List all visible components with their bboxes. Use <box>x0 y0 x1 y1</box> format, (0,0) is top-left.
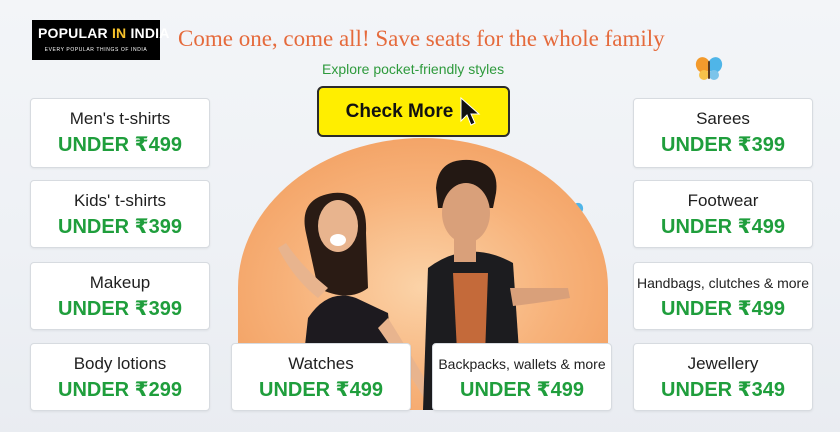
deal-price: UNDER ₹499 <box>661 216 785 238</box>
check-more-label: Check More <box>345 100 454 122</box>
deal-card-mens-tshirts[interactable]: Men's t-shirts UNDER ₹499 <box>30 98 210 168</box>
deal-card-jewellery[interactable]: Jewellery UNDER ₹349 <box>633 343 813 411</box>
brand-tagline: EVERY POPULAR THINGS OF INDIA <box>44 47 148 53</box>
deal-price: UNDER ₹499 <box>259 379 383 401</box>
deal-title: Footwear <box>687 191 759 210</box>
deal-card-makeup[interactable]: Makeup UNDER ₹399 <box>30 262 210 330</box>
deal-title: Sarees <box>696 109 750 128</box>
deal-price: UNDER ₹299 <box>58 379 182 401</box>
deal-title: Body lotions <box>73 354 167 373</box>
deal-price: UNDER ₹399 <box>661 134 785 156</box>
deal-title: Handbags, clutches & more <box>637 275 809 291</box>
deal-title: Kids' t-shirts <box>73 191 167 210</box>
deal-title: Jewellery <box>687 354 759 373</box>
deal-card-body-lotions[interactable]: Body lotions UNDER ₹299 <box>30 343 210 411</box>
page-headline: Come one, come all! Save seats for the w… <box>178 26 665 51</box>
deal-price: UNDER ₹499 <box>460 379 584 401</box>
deal-card-handbags-clutches[interactable]: Handbags, clutches & more UNDER ₹499 <box>633 262 813 330</box>
deal-card-footwear[interactable]: Footwear UNDER ₹499 <box>633 180 813 248</box>
page-subline: Explore pocket-friendly styles <box>322 61 505 77</box>
deal-card-kids-tshirts[interactable]: Kids' t-shirts UNDER ₹399 <box>30 180 210 248</box>
cursor-arrow-icon <box>460 96 481 126</box>
deal-card-sarees[interactable]: Sarees UNDER ₹399 <box>633 98 813 168</box>
deal-title: Backpacks, wallets & more <box>438 356 606 372</box>
deal-price: UNDER ₹349 <box>661 379 785 401</box>
butterfly-icon <box>695 57 723 80</box>
check-more-button[interactable]: Check More <box>317 86 510 137</box>
deal-title: Makeup <box>89 273 151 292</box>
deal-price: UNDER ₹499 <box>58 134 182 156</box>
deal-title: Men's t-shirts <box>69 109 171 128</box>
deal-price: UNDER ₹499 <box>661 298 785 320</box>
brand-logo[interactable]: POPULAR IN INDIA EVERY POPULAR THINGS OF… <box>32 20 169 60</box>
deal-price: UNDER ₹399 <box>58 216 182 238</box>
deal-title: Watches <box>288 354 354 373</box>
deal-price: UNDER ₹399 <box>58 298 182 320</box>
brand-name: POPULAR IN INDIA <box>38 25 170 41</box>
deal-card-watches[interactable]: Watches UNDER ₹499 <box>231 343 411 411</box>
bottom-strip <box>0 432 840 440</box>
deal-card-backpacks-wallets[interactable]: Backpacks, wallets & more UNDER ₹499 <box>432 343 612 411</box>
